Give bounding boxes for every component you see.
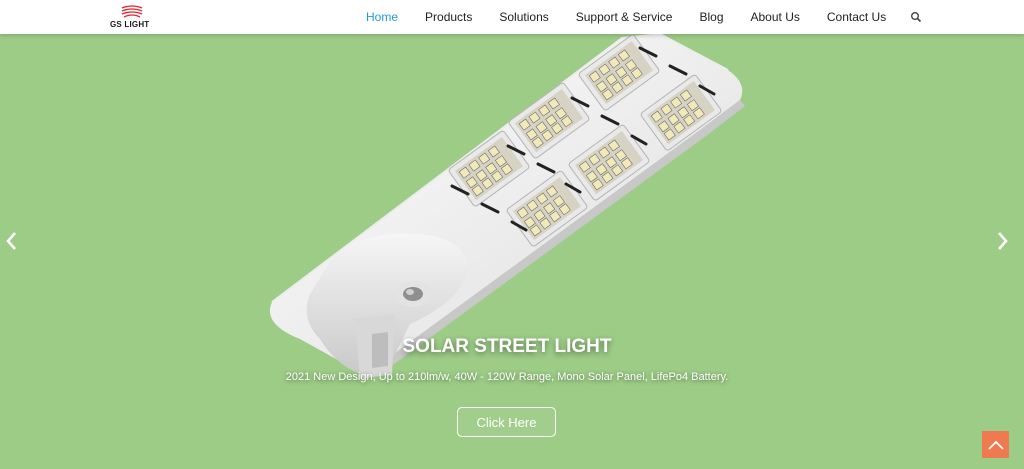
nav-home[interactable]: Home	[366, 10, 398, 24]
search-icon[interactable]	[910, 11, 922, 23]
nav-contact-us[interactable]: Contact Us	[827, 10, 886, 24]
logo-mark-icon	[121, 5, 143, 18]
slide-title: SOLAR STREET LIGHT	[402, 336, 612, 357]
logo-text: GS LIGHT	[110, 20, 150, 29]
chevron-left-icon[interactable]	[4, 230, 18, 252]
nav-blog[interactable]: Blog	[699, 10, 723, 24]
chevron-up-icon	[987, 440, 1004, 450]
chevron-right-icon[interactable]	[996, 230, 1010, 252]
back-to-top-button[interactable]	[982, 431, 1009, 458]
nav-support-service[interactable]: Support & Service	[576, 10, 673, 24]
nav-about-us[interactable]: About Us	[751, 10, 800, 24]
nav-solutions[interactable]: Solutions	[499, 10, 548, 24]
click-here-button[interactable]: Click Here	[457, 407, 556, 437]
solar-street-light-image	[269, 34, 745, 379]
site-header: GS LIGHT Home Products Solutions Support…	[0, 0, 1024, 34]
logo[interactable]: GS LIGHT	[110, 5, 160, 29]
nav-products[interactable]: Products	[425, 10, 472, 24]
main-nav: Home Products Solutions Support & Servic…	[366, 0, 922, 34]
slide-subtitle: 2021 New Design, Up to 210lm/w, 40W - 12…	[285, 371, 729, 383]
hero-slider: SOLAR STREET LIGHT 2021 New Design, Up t…	[0, 34, 1024, 469]
